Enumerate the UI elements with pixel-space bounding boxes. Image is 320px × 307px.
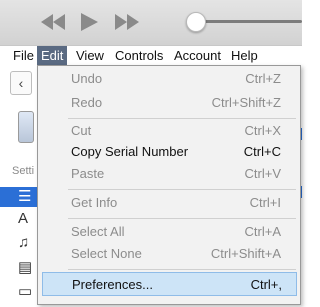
menu-help[interactable]: Help bbox=[227, 46, 262, 66]
menu-item-shortcut: Ctrl+I bbox=[249, 195, 281, 210]
sidebar-item-music[interactable]: ♫ bbox=[0, 233, 40, 253]
sidebar-item-summary[interactable]: ☰ bbox=[0, 187, 40, 207]
play-icon[interactable] bbox=[79, 12, 99, 32]
menu-item-shortcut: Ctrl+Shift+A bbox=[210, 246, 281, 261]
menu-item-label: Select None bbox=[71, 246, 142, 261]
music-icon: ♫ bbox=[18, 234, 30, 251]
menu-view[interactable]: View bbox=[72, 46, 108, 66]
list-icon: ☰ bbox=[18, 188, 32, 205]
tv-icon: ▭ bbox=[18, 283, 33, 300]
menu-item-shortcut: Ctrl+, bbox=[250, 277, 282, 292]
menu-item-shortcut: Ctrl+V bbox=[244, 166, 281, 181]
menu-item-redo[interactable]: Redo Ctrl+Shift+Z bbox=[38, 91, 300, 115]
menu-item-preferences[interactable]: Preferences... Ctrl+, bbox=[42, 272, 297, 296]
menu-item-select-none[interactable]: Select None Ctrl+Shift+A bbox=[38, 242, 300, 266]
apps-icon: A bbox=[18, 210, 29, 227]
edit-menu-dropdown: Undo Ctrl+Z Redo Ctrl+Shift+Z Cut Ctrl+X… bbox=[37, 65, 301, 305]
film-icon: ▤ bbox=[18, 259, 33, 276]
menu-item-label: Redo bbox=[71, 95, 103, 110]
sidebar-item-movies[interactable]: ▤ bbox=[0, 258, 40, 278]
menu-item-label: Select All bbox=[71, 224, 125, 239]
menu-bar: File Edit View Controls Account Help bbox=[0, 46, 302, 66]
chevron-left-icon: ‹ bbox=[18, 75, 24, 91]
fast-forward-icon[interactable] bbox=[114, 12, 140, 32]
menu-item-get-info[interactable]: Get Info Ctrl+I bbox=[38, 191, 300, 215]
menu-item-shortcut: Ctrl+C bbox=[243, 144, 281, 159]
settings-label: Setti bbox=[12, 165, 35, 177]
menu-controls[interactable]: Controls bbox=[111, 46, 167, 66]
menu-item-label: Paste bbox=[71, 166, 105, 181]
menu-item-label: Copy Serial Number bbox=[71, 144, 189, 159]
sidebar-item-tv[interactable]: ▭ bbox=[0, 282, 40, 302]
menu-separator bbox=[68, 218, 296, 219]
menu-item-undo[interactable]: Undo Ctrl+Z bbox=[38, 67, 300, 91]
menu-separator bbox=[68, 269, 296, 270]
menu-item-copy-serial-number[interactable]: Copy Serial Number Ctrl+C bbox=[38, 140, 300, 164]
back-button[interactable]: ‹ bbox=[10, 71, 32, 95]
menu-item-shortcut: Ctrl+Z bbox=[245, 71, 281, 86]
menu-file[interactable]: File bbox=[9, 46, 38, 66]
volume-slider[interactable] bbox=[190, 20, 302, 23]
volume-knob[interactable] bbox=[186, 12, 206, 32]
menu-item-paste[interactable]: Paste Ctrl+V bbox=[38, 162, 300, 186]
menu-item-label: Undo bbox=[71, 71, 103, 86]
menu-item-label: Get Info bbox=[71, 195, 118, 210]
rewind-icon[interactable] bbox=[40, 12, 66, 32]
menu-account[interactable]: Account bbox=[170, 46, 225, 66]
menu-item-shortcut: Ctrl+A bbox=[244, 224, 281, 239]
menu-item-label: Preferences... bbox=[72, 277, 153, 292]
menu-separator bbox=[68, 189, 296, 190]
menu-edit[interactable]: Edit bbox=[37, 46, 68, 66]
menu-item-select-all[interactable]: Select All Ctrl+A bbox=[38, 220, 300, 244]
player-controls-bar bbox=[0, 0, 302, 46]
sidebar-item-apps[interactable]: A bbox=[0, 209, 40, 229]
menu-item-shortcut: Ctrl+Shift+Z bbox=[211, 95, 281, 110]
device-icon bbox=[18, 111, 34, 143]
